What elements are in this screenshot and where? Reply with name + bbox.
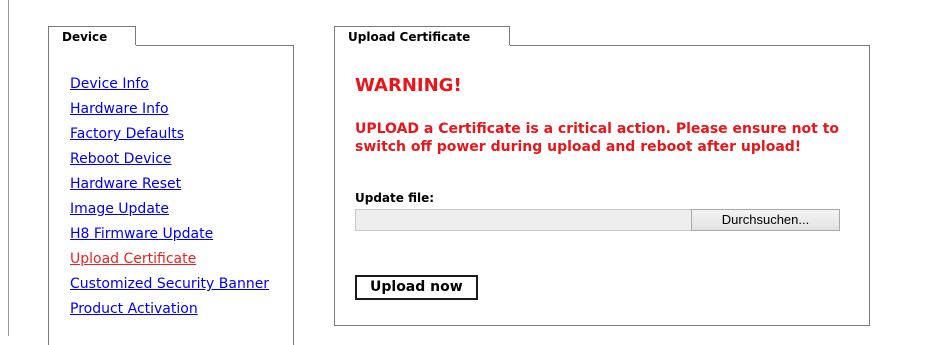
warning-title: WARNING! — [355, 75, 462, 96]
sidebar-item-h8-firmware-update[interactable]: H8 Firmware Update — [70, 226, 270, 242]
warning-message: UPLOAD a Certificate is a critical actio… — [355, 121, 840, 155]
sidebar-item-upload-certificate[interactable]: Upload Certificate — [70, 251, 270, 267]
tab-upload-certificate[interactable]: Upload Certificate — [334, 26, 510, 46]
tab-device[interactable]: Device — [48, 26, 136, 46]
page-left-border — [8, 0, 9, 336]
sidebar-item-device-info[interactable]: Device Info — [70, 76, 270, 92]
sidebar-item-image-update[interactable]: Image Update — [70, 201, 270, 217]
sidebar-item-hardware-info[interactable]: Hardware Info — [70, 101, 270, 117]
sidebar-item-customized-security-banner[interactable]: Customized Security Banner — [70, 276, 270, 292]
upload-certificate-panel: WARNING! UPLOAD a Certificate is a criti… — [334, 45, 870, 326]
sidebar-item-hardware-reset[interactable]: Hardware Reset — [70, 176, 270, 192]
upload-now-button[interactable]: Upload now — [355, 275, 478, 300]
sidebar-item-reboot-device[interactable]: Reboot Device — [70, 151, 270, 167]
browse-button[interactable]: Durchsuchen... — [691, 209, 840, 231]
sidebar-item-factory-defaults[interactable]: Factory Defaults — [70, 126, 270, 142]
update-file-input[interactable] — [355, 209, 691, 231]
sidebar-panel: Device Info Hardware Info Factory Defaul… — [48, 45, 294, 345]
update-file-label: Update file: — [355, 191, 435, 205]
sidebar-item-product-activation[interactable]: Product Activation — [70, 301, 270, 317]
sidebar-nav: Device Info Hardware Info Factory Defaul… — [70, 76, 270, 326]
